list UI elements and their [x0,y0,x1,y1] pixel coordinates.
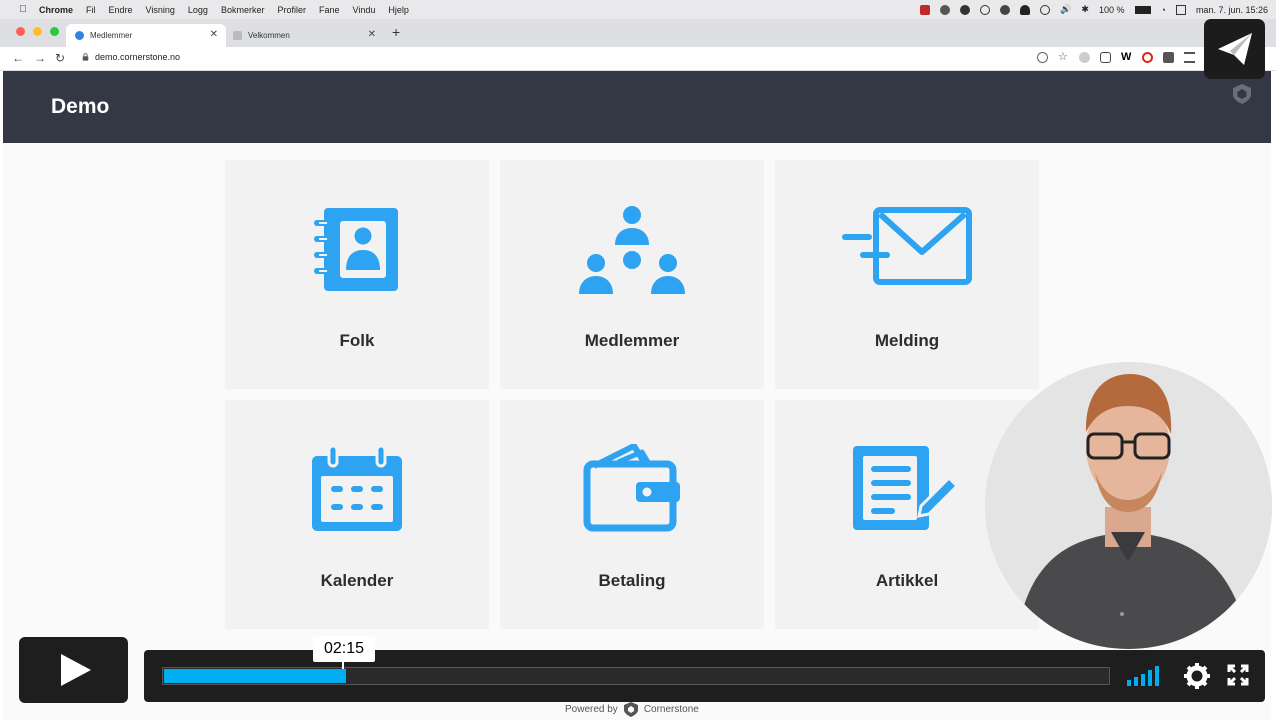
cornerstone-shield-icon[interactable] [1232,83,1252,105]
menu-fil[interactable]: Fil [86,5,96,15]
presenter-video-image [985,362,1272,649]
progress-fill [164,669,346,683]
browser-toolbar: ← → ↻ demo.cornerstone.no ☆ W [0,47,1276,71]
clock-datetime[interactable]: man. 7. jun. 15:26 [1196,5,1268,15]
battery-icon[interactable] [1134,5,1151,14]
control-center-icon[interactable] [1175,4,1186,15]
menu-app-chrome[interactable]: Chrome [39,5,73,15]
cornerstone-favicon-icon [75,31,84,40]
menu-bokmerker[interactable]: Bokmerker [221,5,265,15]
tile-medlemmer[interactable]: Medlemmer [500,160,764,389]
close-tab-icon[interactable]: ✕ [210,29,218,40]
tile-folk[interactable]: Folk [225,160,489,389]
tile-label: Medlemmer [584,331,680,350]
paper-plane-icon [1218,33,1252,65]
page-title[interactable]: Demo [51,95,109,119]
menu-hjelp[interactable]: Hjelp [388,5,409,15]
play-button[interactable] [19,637,128,703]
fullscreen-icon[interactable] [1227,664,1249,686]
puzzle-icon[interactable] [1163,52,1174,63]
menu-status-area: 🔊 ✱ 100 % ◔ man. 7. jun. 15:26 [920,0,1268,19]
wallet-icon [583,444,680,532]
app-header: Demo [3,71,1271,143]
creative-cloud-icon[interactable] [1000,4,1011,15]
play-circle-icon[interactable] [1040,4,1051,15]
screen:  Chrome Fil Endre Visning Logg Bokmerke… [0,0,1276,720]
contact-book-icon [314,208,398,291]
tile-melding[interactable]: Melding [775,160,1039,389]
bluetooth-icon[interactable]: ✱ [1081,4,1089,15]
lock-icon [82,53,89,61]
tile-label: Folk [339,331,375,350]
page-favicon-icon [233,31,242,40]
toolbar-icons: ☆ W [1037,52,1216,63]
menu-profiler[interactable]: Profiler [277,5,306,15]
battery-percent: 100 % [1098,4,1125,15]
powered-by-footer: Powered by Cornerstone [565,700,699,718]
tab-title: Velkommen [248,31,290,40]
browser-tab-strip: Medlemmer ✕ Velkommen ✕ + [0,19,1276,47]
timecode-tooltip: 02:15 [313,636,375,669]
menu-logg[interactable]: Logg [188,5,208,15]
calendar-icon [312,444,402,531]
close-window-button[interactable] [16,27,25,36]
wifi-icon[interactable]: ◔ [1161,5,1166,15]
settings-gear-icon[interactable] [1184,663,1210,689]
volume-icon[interactable]: 🔊 [1060,4,1071,15]
tile-betaling[interactable]: Betaling [500,400,764,629]
tile-label: Betaling [598,571,666,590]
focus-icon[interactable] [980,4,991,15]
webcam-presenter-bubble [985,362,1272,649]
tab-medlemmer[interactable]: Medlemmer ✕ [66,24,226,47]
tile-label: Artikkel [875,571,939,590]
mac-menu-bar:  Chrome Fil Endre Visning Logg Bokmerke… [0,0,1276,19]
wikipedia-icon[interactable]: W [1121,52,1132,63]
tab-title: Medlemmer [90,31,133,40]
bookmark-star-icon[interactable]: ☆ [1058,52,1069,63]
progress-track[interactable] [162,667,1110,685]
extension-icon[interactable] [940,4,951,15]
minimize-window-button[interactable] [33,27,42,36]
tab-velkommen[interactable]: Velkommen ✕ [228,24,384,47]
menu-endre[interactable]: Endre [109,5,133,15]
app-status-icon[interactable] [960,4,971,15]
cornerstone-logo-icon [623,701,638,717]
group-members-icon [579,206,685,294]
pocket-icon[interactable] [1100,52,1111,63]
window-controls [16,27,59,36]
extension-icon[interactable] [1079,52,1090,63]
zoom-window-button[interactable] [50,27,59,36]
powered-by-text: Powered by [565,703,618,715]
close-tab-icon[interactable]: ✕ [368,29,376,40]
menu-vindu[interactable]: Vindu [352,5,375,15]
alien-icon[interactable] [1020,4,1031,15]
article-edit-icon [853,446,960,530]
envelope-message-icon [842,207,972,285]
play-icon [61,654,91,686]
send-logo-button[interactable] [1204,19,1265,79]
opera-icon[interactable] [1142,52,1153,63]
menu-visning[interactable]: Visning [146,5,175,15]
apple-icon[interactable]:  [17,4,29,15]
volume-bars-icon[interactable] [1127,664,1167,686]
brand-name[interactable]: Cornerstone [644,704,699,715]
record-icon[interactable] [920,4,931,15]
reading-list-icon[interactable] [1184,52,1195,63]
tile-label: Kalender [320,571,394,590]
menu-fane[interactable]: Fane [319,5,340,15]
address-field[interactable]: demo.cornerstone.no [82,52,180,62]
url-text: demo.cornerstone.no [95,52,181,62]
tile-kalender[interactable]: Kalender [225,400,489,629]
reload-icon[interactable]: ↻ [55,51,65,65]
tile-label: Melding [874,331,940,350]
new-tab-plus-icon[interactable]: + [392,24,400,40]
back-arrow-icon[interactable]: ← [12,51,24,65]
forward-arrow-icon[interactable]: → [34,51,46,65]
zoom-icon[interactable] [1037,52,1048,63]
